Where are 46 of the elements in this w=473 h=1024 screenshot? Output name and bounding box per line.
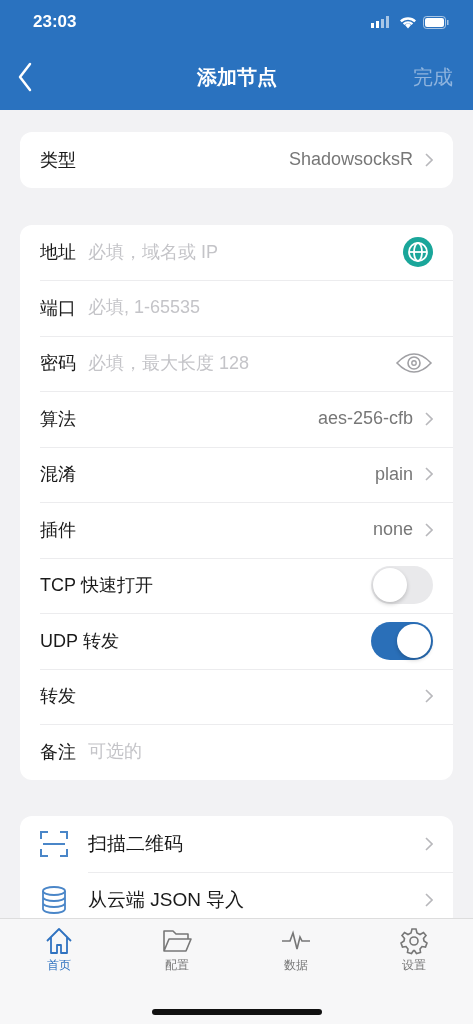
wifi-icon <box>399 15 417 29</box>
row-value: aes-256-cfb <box>317 408 413 430</box>
row-label: 类型 <box>40 148 76 172</box>
action-label[interactable]: 从云端 JSON 导入 <box>88 886 245 913</box>
tab-item[interactable]: 首页 <box>0 927 119 974</box>
row-label: 密码 <box>40 352 76 376</box>
row-label: 混淆 <box>40 463 76 487</box>
row-label: 插件 <box>40 518 76 542</box>
chevron-icon <box>425 836 433 851</box>
input-field[interactable]: 可选的 <box>88 741 433 763</box>
row-value: none <box>372 519 413 541</box>
status-time: 23:03 <box>33 12 78 32</box>
type-row[interactable]: 类型 ShadowsocksR <box>20 132 453 188</box>
row-label: 算法 <box>40 407 76 431</box>
chevron-icon <box>425 689 433 704</box>
chevron-icon <box>425 522 433 537</box>
action-label[interactable]: 扫描二维码 <box>88 830 183 857</box>
input-field[interactable]: 必填, 1-65535 <box>88 297 433 319</box>
tab-item[interactable]: 数据 <box>236 927 355 974</box>
page-title: 添加节点 <box>196 64 277 90</box>
chevron-icon <box>425 411 433 426</box>
row-value: ShadowsocksR <box>288 149 413 171</box>
settings-icon <box>398 927 429 955</box>
row-label: 备注 <box>40 740 76 764</box>
row-label: 转发 <box>40 685 76 709</box>
toggle-switch[interactable] <box>371 566 433 605</box>
tab-item[interactable]: 配置 <box>118 927 237 974</box>
battery-icon <box>423 15 449 29</box>
eye-icon[interactable] <box>395 351 433 376</box>
row-value: plain <box>374 463 413 485</box>
back-button[interactable] <box>18 62 32 92</box>
row-label: TCP 快速打开 <box>40 574 153 598</box>
row-label: 端口 <box>40 296 76 320</box>
globe-icon[interactable] <box>403 237 433 268</box>
chevron-icon <box>425 152 433 167</box>
chevron-icon <box>425 892 433 907</box>
scan-icon <box>40 830 68 857</box>
chevron-icon <box>425 467 433 482</box>
input-field[interactable]: 必填，域名或 IP <box>88 241 391 263</box>
folder-icon <box>162 927 193 955</box>
toggle-switch[interactable] <box>371 621 433 660</box>
database-icon <box>40 885 68 914</box>
input-field[interactable]: 必填，最大长度 128 <box>88 352 383 374</box>
row-label: 地址 <box>40 241 76 265</box>
row-label: UDP 转发 <box>40 629 119 653</box>
tab-item[interactable]: 设置 <box>354 927 473 974</box>
